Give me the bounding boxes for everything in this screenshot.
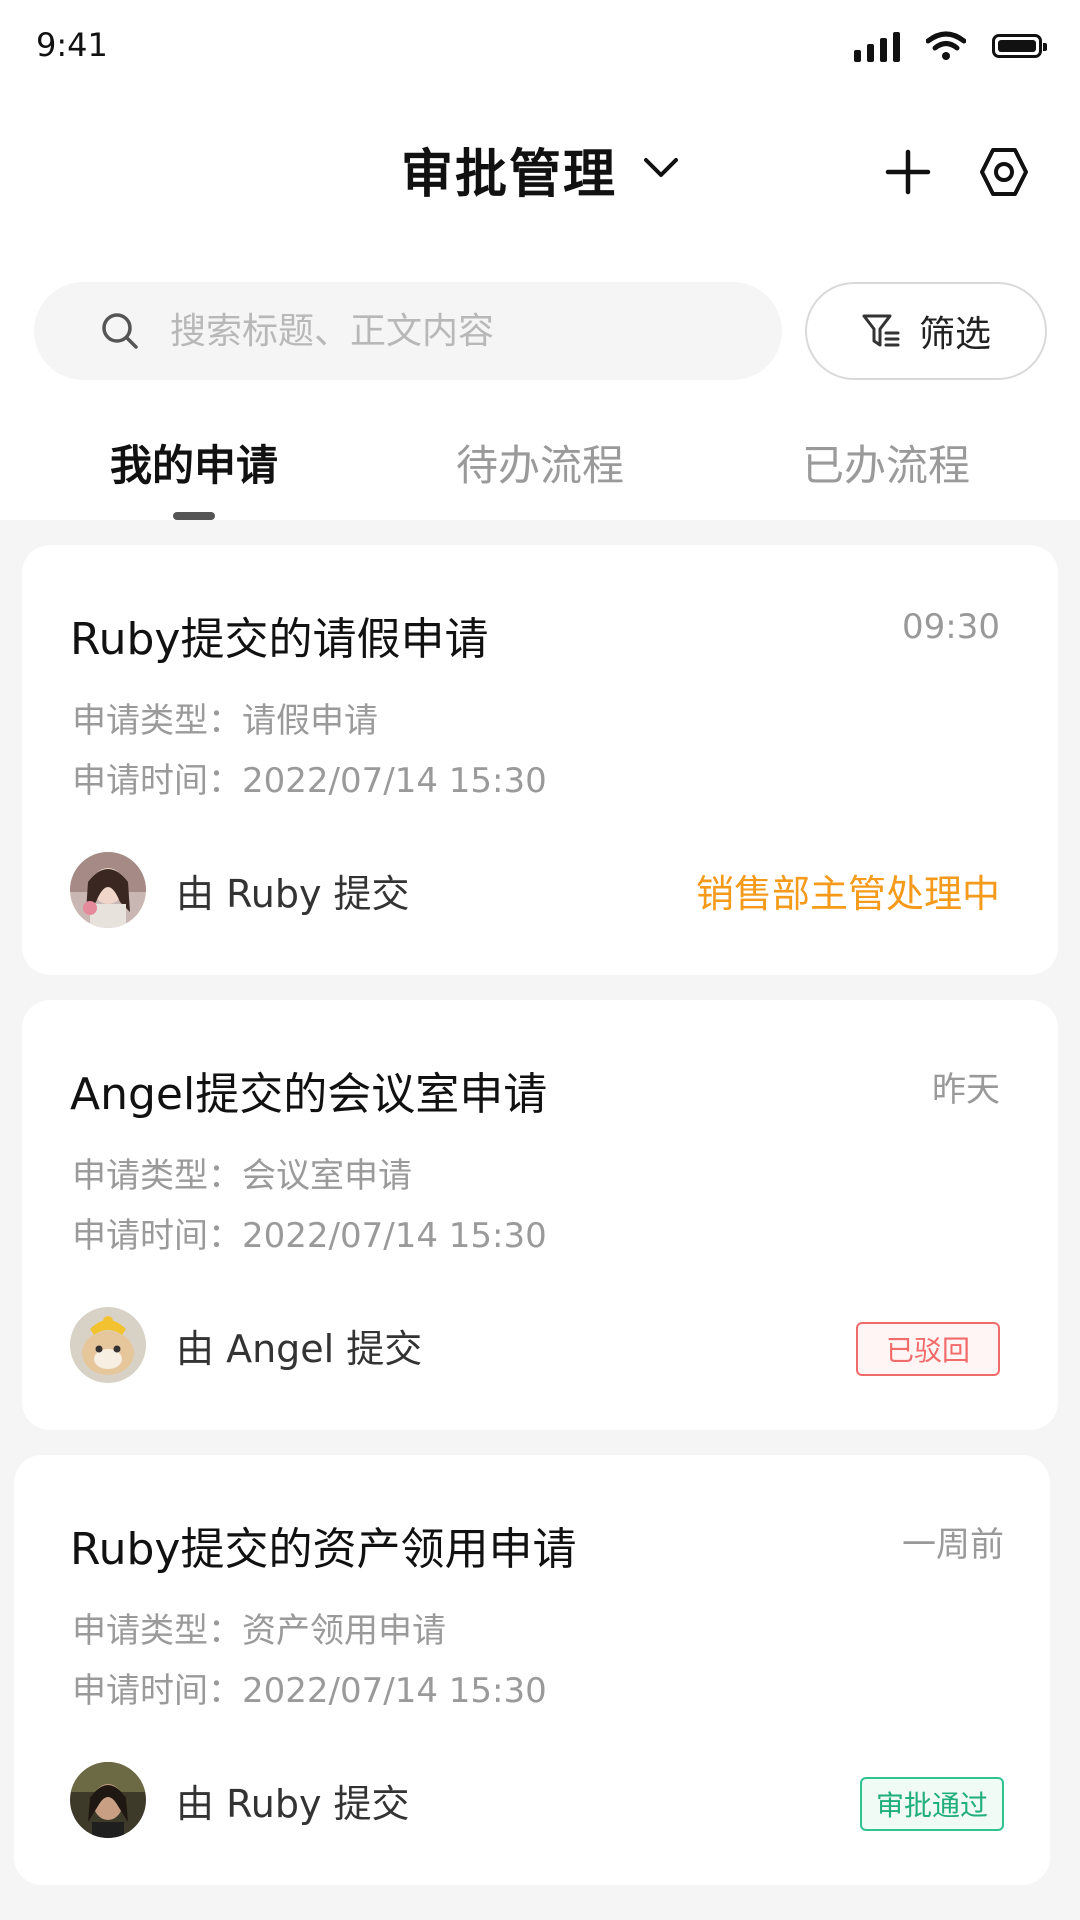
add-button[interactable] [878, 142, 938, 202]
tab-pending-flows[interactable]: 待办流程 [390, 432, 690, 493]
avatar [70, 1762, 146, 1838]
settings-button[interactable] [974, 142, 1034, 202]
status-time: 9:41 [36, 26, 108, 64]
card-time: 09:30 [902, 607, 1000, 647]
submitter-text: 由 Ruby 提交 [176, 1782, 410, 1826]
application-time: 申请时间：2022/07/14 15:30 [72, 1208, 547, 1257]
card-time: 一周前 [902, 1525, 1004, 1565]
search-input[interactable] [168, 309, 732, 353]
page-title[interactable]: 审批管理 [401, 132, 617, 207]
search-box[interactable] [34, 282, 782, 380]
tab-my-applications[interactable]: 我的申请 [44, 432, 344, 493]
application-time: 申请时间：2022/07/14 15:30 [72, 753, 547, 802]
date-label: 申请时间： [72, 1216, 242, 1256]
application-card[interactable]: Ruby提交的资产领用申请 一周前 申请类型：资产领用申请 申请时间：2022/… [14, 1455, 1050, 1885]
wifi-icon [926, 31, 966, 60]
application-card[interactable]: Ruby提交的请假申请 09:30 申请类型：请假申请 申请时间：2022/07… [22, 545, 1058, 975]
tab-indicator [173, 512, 215, 520]
card-title: Ruby提交的请假申请 [70, 614, 489, 665]
date-value: 2022/07/14 15:30 [242, 761, 547, 801]
submitter-text: 由 Ruby 提交 [176, 872, 410, 916]
status-text: 销售部主管处理中 [695, 872, 1000, 916]
avatar [70, 852, 146, 928]
application-type: 申请类型：请假申请 [72, 693, 378, 742]
date-value: 2022/07/14 15:30 [242, 1216, 547, 1256]
filter-button[interactable]: 筛选 [805, 282, 1047, 380]
application-type: 申请类型：资产领用申请 [72, 1603, 446, 1652]
search-icon [100, 311, 140, 351]
tab-bar: 我的申请 待办流程 已办流程 [0, 432, 1080, 520]
submitter-text: 由 Angel 提交 [176, 1327, 423, 1371]
date-label: 申请时间： [72, 1671, 242, 1711]
type-value: 会议室申请 [242, 1156, 412, 1196]
card-title: Ruby提交的资产领用申请 [70, 1524, 577, 1575]
chevron-down-icon[interactable] [643, 157, 679, 183]
filter-icon [862, 314, 900, 347]
plus-icon [885, 149, 931, 195]
card-time: 昨天 [932, 1070, 1000, 1110]
type-label: 申请类型： [72, 1156, 242, 1196]
cellular-signal-icon [854, 30, 900, 62]
status-badge: 已驳回 [855, 1322, 1000, 1376]
gear-icon [980, 148, 1028, 196]
tab-done-flows[interactable]: 已办流程 [736, 432, 1036, 493]
type-label: 申请类型： [72, 1611, 242, 1651]
application-time: 申请时间：2022/07/14 15:30 [72, 1663, 547, 1712]
type-value: 资产领用申请 [242, 1611, 446, 1651]
application-type: 申请类型：会议室申请 [72, 1148, 412, 1197]
type-value: 请假申请 [242, 701, 378, 741]
filter-label: 筛选 [918, 314, 991, 355]
battery-icon [992, 34, 1047, 58]
status-icons [854, 30, 1047, 62]
avatar [70, 1307, 146, 1383]
application-card[interactable]: Angel提交的会议室申请 昨天 申请类型：会议室申请 申请时间：2022/07… [22, 1000, 1058, 1430]
type-label: 申请类型： [72, 701, 242, 741]
status-badge: 审批通过 [859, 1777, 1004, 1831]
card-title: Angel提交的会议室申请 [70, 1069, 548, 1120]
date-label: 申请时间： [72, 761, 242, 801]
date-value: 2022/07/14 15:30 [242, 1671, 547, 1711]
